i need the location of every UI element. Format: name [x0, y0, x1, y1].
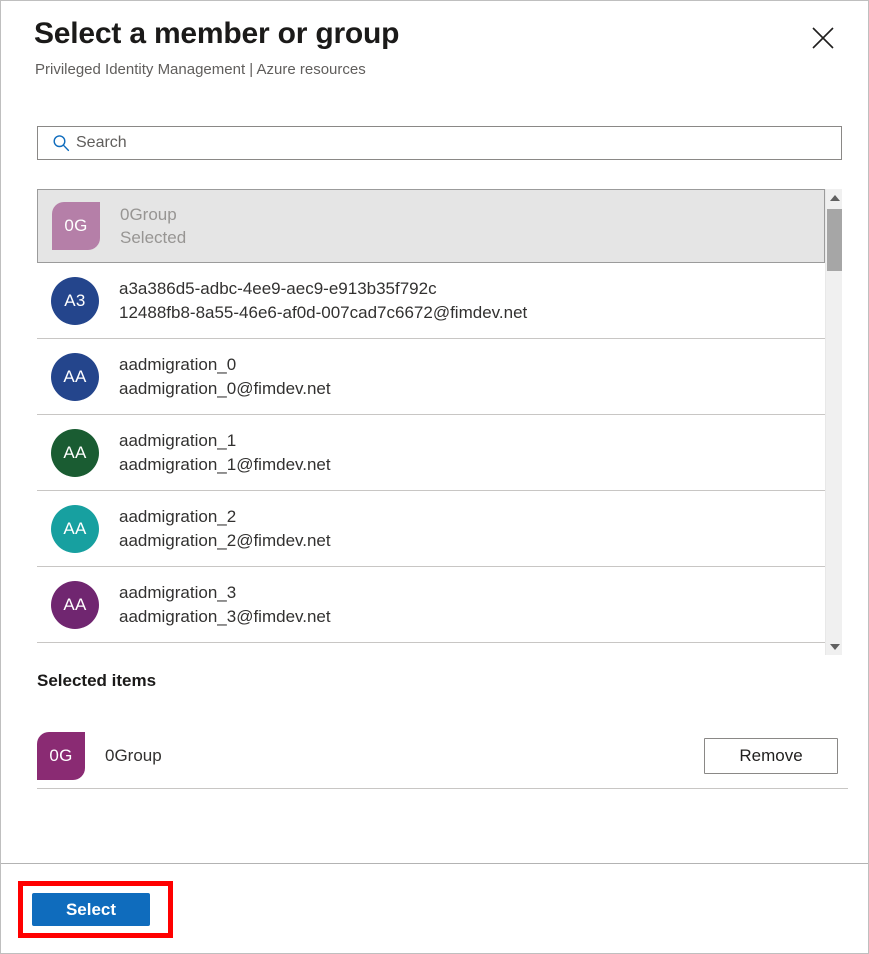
selected-items-heading: Selected items	[37, 671, 156, 691]
avatar: A3	[51, 277, 99, 325]
close-icon	[812, 27, 834, 49]
list-item-primary-text: aadmigration_3	[119, 581, 331, 604]
selected-item-name: 0Group	[105, 746, 704, 766]
avatar: 0G	[52, 202, 100, 250]
list-item-text: a3a386d5-adbc-4ee9-aec9-e913b35f792c1248…	[119, 277, 527, 323]
list-item: 0G 0GroupSelected	[37, 189, 825, 263]
list-item-secondary-text: aadmigration_0@fimdev.net	[119, 377, 331, 400]
list-item-text: 0GroupSelected	[120, 203, 186, 249]
avatar: AA	[51, 505, 99, 553]
list-item-secondary-text: aadmigration_2@fimdev.net	[119, 529, 331, 552]
avatar: AA	[51, 581, 99, 629]
results-list[interactable]: 0G 0GroupSelected A3 a3a386d5-adbc-4ee9-aec…	[37, 189, 825, 655]
list-item[interactable]: AA aadmigration_1aadmigration_1@fimdev.ne…	[37, 415, 825, 491]
list-item-primary-text: 0Group	[120, 203, 186, 226]
list-item[interactable]: AA aadmigration_3aadmigration_3@fimdev.ne…	[37, 567, 825, 643]
list-item-text: aadmigration_3aadmigration_3@fimdev.net	[119, 581, 331, 627]
results-list-area: 0G 0GroupSelected A3 a3a386d5-adbc-4ee9-aec…	[37, 189, 842, 655]
chevron-down-icon	[830, 644, 840, 650]
list-item[interactable]: A3 a3a386d5-adbc-4ee9-aec9-e913b35f792c12…	[37, 263, 825, 339]
selected-item-row: 0G 0GroupRemove	[37, 723, 848, 789]
results-scrollbar[interactable]	[825, 189, 842, 655]
list-item[interactable]: AA aadmigration_0aadmigration_0@fimdev.ne…	[37, 339, 825, 415]
dialog-header: Select a member or group Privileged Iden…	[1, 1, 868, 99]
list-item-primary-text: aadmigration_1	[119, 429, 331, 452]
avatar: AA	[51, 353, 99, 401]
list-item-primary-text: aadmigration_0	[119, 353, 331, 376]
search-input[interactable]	[76, 128, 841, 158]
close-button[interactable]	[806, 21, 840, 55]
list-item-text: aadmigration_2aadmigration_2@fimdev.net	[119, 505, 331, 551]
search-icon	[46, 134, 76, 152]
page-title: Select a member or group	[34, 17, 399, 51]
remove-button[interactable]: Remove	[704, 738, 838, 774]
list-item-text: aadmigration_0aadmigration_0@fimdev.net	[119, 353, 331, 399]
list-item-text: aadmigration_1aadmigration_1@fimdev.net	[119, 429, 331, 475]
scroll-down-button[interactable]	[826, 638, 843, 655]
select-member-or-group-dialog: Select a member or group Privileged Iden…	[0, 0, 869, 954]
scrollbar-thumb[interactable]	[827, 209, 842, 271]
list-item-secondary-text: aadmigration_3@fimdev.net	[119, 605, 331, 628]
list-item-primary-text: aadmigration_2	[119, 505, 331, 528]
avatar: 0G	[37, 732, 85, 780]
chevron-up-icon	[830, 195, 840, 201]
list-item-primary-text: a3a386d5-adbc-4ee9-aec9-e913b35f792c	[119, 277, 527, 300]
breadcrumb: Privileged Identity Management | Azure r…	[35, 61, 366, 78]
list-item-secondary-text: aadmigration_1@fimdev.net	[119, 453, 331, 476]
avatar: AA	[51, 429, 99, 477]
scroll-up-button[interactable]	[826, 189, 843, 206]
list-item-secondary-text: 12488fb8-8a55-46e6-af0d-007cad7c6672@fim…	[119, 301, 527, 324]
search-box[interactable]	[37, 126, 842, 160]
list-item[interactable]: AA aadmigration_2aadmigration_2@fimdev.ne…	[37, 491, 825, 567]
dialog-footer: Select	[1, 864, 868, 953]
select-button[interactable]: Select	[32, 893, 150, 926]
list-item-secondary-text: Selected	[120, 226, 186, 249]
